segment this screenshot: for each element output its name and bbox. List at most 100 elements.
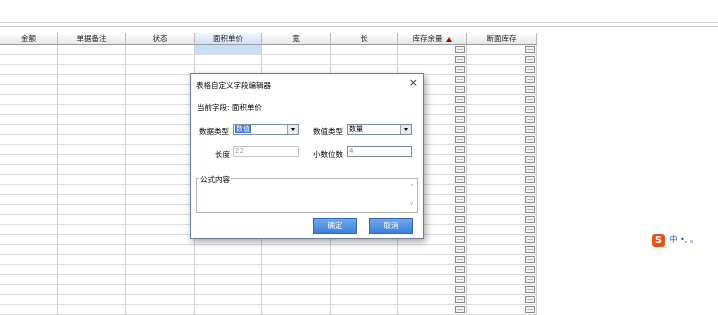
table-cell[interactable]: ...: [467, 225, 537, 235]
table-cell[interactable]: [126, 295, 195, 305]
table-cell[interactable]: [58, 215, 126, 225]
ellipsis-button[interactable]: ...: [525, 136, 535, 143]
table-cell[interactable]: [58, 305, 126, 315]
table-cell[interactable]: [0, 235, 58, 245]
value-type-select[interactable]: 数量: [347, 124, 412, 135]
table-cell[interactable]: [195, 275, 262, 285]
ellipsis-button[interactable]: ...: [525, 236, 535, 243]
table-cell[interactable]: ...: [467, 125, 537, 135]
table-cell[interactable]: [58, 145, 126, 155]
column-header[interactable]: 金额: [0, 33, 58, 45]
ime-indicator[interactable]: S 中 •, 。: [652, 233, 698, 247]
formula-scrollbar[interactable]: ^ v: [408, 181, 416, 210]
table-cell[interactable]: [58, 195, 126, 205]
ellipsis-button[interactable]: ...: [455, 126, 465, 133]
table-cell[interactable]: [331, 305, 398, 315]
table-cell[interactable]: [195, 295, 262, 305]
ellipsis-button[interactable]: ...: [525, 106, 535, 113]
ellipsis-button[interactable]: ...: [525, 66, 535, 73]
table-cell[interactable]: [195, 255, 262, 265]
ellipsis-button[interactable]: ...: [455, 166, 465, 173]
table-cell[interactable]: ...: [467, 245, 537, 255]
table-cell[interactable]: [126, 285, 195, 295]
ellipsis-button[interactable]: ...: [455, 196, 465, 203]
column-header[interactable]: 库存余量: [398, 33, 467, 45]
ellipsis-button[interactable]: ...: [455, 176, 465, 183]
table-cell[interactable]: [58, 205, 126, 215]
table-cell[interactable]: ...: [398, 55, 467, 65]
table-cell[interactable]: ...: [467, 275, 537, 285]
close-icon[interactable]: ×: [409, 76, 418, 89]
ellipsis-button[interactable]: ...: [525, 286, 535, 293]
ellipsis-button[interactable]: ...: [455, 76, 465, 83]
table-cell[interactable]: [0, 45, 58, 55]
column-header[interactable]: 断面库存: [467, 33, 537, 45]
table-cell[interactable]: [195, 45, 262, 55]
table-cell[interactable]: [58, 225, 126, 235]
table-cell[interactable]: [58, 285, 126, 295]
ellipsis-button[interactable]: ...: [455, 296, 465, 303]
table-cell[interactable]: [0, 75, 58, 85]
table-cell[interactable]: [58, 105, 126, 115]
table-cell[interactable]: [195, 245, 262, 255]
table-cell[interactable]: [195, 265, 262, 275]
table-cell[interactable]: [262, 265, 331, 275]
table-cell[interactable]: [58, 135, 126, 145]
ellipsis-button[interactable]: ...: [455, 46, 465, 53]
table-cell[interactable]: [126, 215, 195, 225]
table-cell[interactable]: [331, 275, 398, 285]
table-cell[interactable]: [126, 55, 195, 65]
table-cell[interactable]: [331, 55, 398, 65]
chevron-down-icon[interactable]: [400, 125, 411, 134]
table-cell[interactable]: [126, 95, 195, 105]
table-cell[interactable]: [195, 305, 262, 315]
table-cell[interactable]: [0, 255, 58, 265]
table-cell[interactable]: [126, 115, 195, 125]
ellipsis-button[interactable]: ...: [455, 236, 465, 243]
table-cell[interactable]: [0, 65, 58, 75]
table-cell[interactable]: [58, 295, 126, 305]
table-cell[interactable]: [126, 235, 195, 245]
ellipsis-button[interactable]: ...: [455, 96, 465, 103]
ellipsis-button[interactable]: ...: [525, 296, 535, 303]
table-cell[interactable]: [58, 165, 126, 175]
table-cell[interactable]: [0, 165, 58, 175]
table-cell[interactable]: [126, 155, 195, 165]
table-cell[interactable]: [0, 55, 58, 65]
table-cell[interactable]: ...: [398, 285, 467, 295]
table-cell[interactable]: [0, 305, 58, 315]
ellipsis-button[interactable]: ...: [455, 116, 465, 123]
data-type-select[interactable]: 数值: [233, 124, 299, 135]
table-cell[interactable]: [58, 115, 126, 125]
table-cell[interactable]: [0, 135, 58, 145]
table-cell[interactable]: [126, 225, 195, 235]
table-cell[interactable]: [126, 85, 195, 95]
ellipsis-button[interactable]: ...: [455, 156, 465, 163]
ellipsis-button[interactable]: ...: [455, 56, 465, 63]
table-cell[interactable]: [0, 125, 58, 135]
table-cell[interactable]: ...: [398, 245, 467, 255]
table-cell[interactable]: ...: [398, 45, 467, 55]
column-header[interactable]: 单据备注: [58, 33, 126, 45]
ellipsis-button[interactable]: ...: [525, 266, 535, 273]
table-cell[interactable]: [262, 55, 331, 65]
table-cell[interactable]: [58, 95, 126, 105]
cancel-button[interactable]: 取消: [369, 218, 413, 234]
table-cell[interactable]: [58, 125, 126, 135]
chevron-down-icon[interactable]: [287, 125, 298, 134]
table-cell[interactable]: ...: [467, 285, 537, 295]
table-cell[interactable]: [0, 245, 58, 255]
ellipsis-button[interactable]: ...: [525, 86, 535, 93]
ellipsis-button[interactable]: ...: [455, 276, 465, 283]
table-cell[interactable]: [195, 285, 262, 295]
table-cell[interactable]: [0, 295, 58, 305]
table-cell[interactable]: [0, 95, 58, 105]
table-cell[interactable]: [58, 275, 126, 285]
table-cell[interactable]: [126, 45, 195, 55]
confirm-button[interactable]: 确定: [313, 218, 357, 234]
ellipsis-button[interactable]: ...: [455, 206, 465, 213]
ellipsis-button[interactable]: ...: [525, 206, 535, 213]
table-cell[interactable]: [126, 175, 195, 185]
ellipsis-button[interactable]: ...: [525, 76, 535, 83]
table-cell[interactable]: [126, 105, 195, 115]
